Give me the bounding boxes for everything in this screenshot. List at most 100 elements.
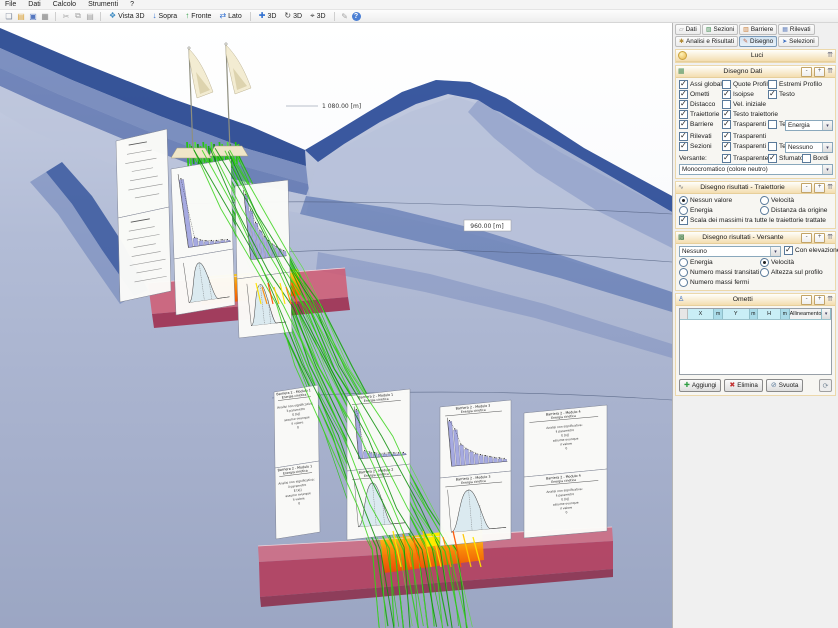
menu-item-calcolo[interactable]: Calcolo xyxy=(53,1,76,8)
cut-icon[interactable]: ✂ xyxy=(61,11,71,21)
drt-row-3: Scala dei massimi tra tutte le traiettor… xyxy=(676,216,835,226)
unit-button-h[interactable]: m xyxy=(781,309,790,319)
refresh-button[interactable]: ⟳ xyxy=(819,379,832,392)
sopra-button[interactable]: ↓ Sopra xyxy=(150,11,181,22)
lightbulb-icon xyxy=(678,51,687,60)
paste-icon[interactable]: ▤ xyxy=(85,11,95,21)
barriere-trasparenti-checkbox[interactable] xyxy=(722,120,731,129)
ometti-table-body[interactable] xyxy=(680,320,831,374)
sezioni-checkbox[interactable] xyxy=(679,142,688,151)
fronte-button[interactable]: ↑ Fronte xyxy=(182,11,214,22)
unit-button-x[interactable]: m xyxy=(714,309,723,319)
versante-trasparente-checkbox[interactable] xyxy=(722,154,731,163)
toolbar-separator xyxy=(250,12,251,21)
expand-button[interactable]: + xyxy=(814,67,825,77)
help-icon[interactable]: ? xyxy=(352,12,361,21)
massi-fermi-radio[interactable] xyxy=(679,278,688,287)
expand-button[interactable]: + xyxy=(814,183,825,193)
drt-row-2: Energia Distanza da origine xyxy=(676,206,835,216)
versante-bordi-checkbox[interactable] xyxy=(802,154,811,163)
expand-button[interactable]: + xyxy=(814,233,825,243)
versante-colore-select[interactable]: Monocromatico (colore neutro)▾ xyxy=(679,164,833,175)
versante-risultato-select[interactable]: Nessuno▾ xyxy=(679,246,781,257)
sezioni-testo-select[interactable]: Nessuno▾ xyxy=(785,142,833,153)
collapse-button[interactable]: - xyxy=(801,67,812,77)
tab-rilevati[interactable]: ▦Rilevati xyxy=(778,24,814,35)
menu-item-file[interactable]: File xyxy=(5,1,16,8)
altezza-profilo-radio[interactable] xyxy=(760,268,769,277)
tab-label: Analisi e Risultati xyxy=(686,38,734,45)
label: Velocità xyxy=(771,259,794,266)
allineamento-dropdown-icon[interactable]: ▾ xyxy=(822,309,831,319)
lato-button[interactable]: ⇄ Lato xyxy=(216,11,244,22)
collapse-button[interactable]: - xyxy=(801,233,812,243)
vista-3d-button[interactable]: ❖ Vista 3D xyxy=(106,11,148,22)
pin-icon[interactable]: ⇈ xyxy=(827,184,833,192)
pin-icon[interactable]: ⇈ xyxy=(827,296,833,304)
expand-button[interactable]: + xyxy=(814,295,825,305)
menu-item-dati[interactable]: Dati xyxy=(28,1,40,8)
collapse-button[interactable]: - xyxy=(801,295,812,305)
tab-barriere[interactable]: ▥Barriere xyxy=(739,24,777,35)
link-icon[interactable]: ✎ xyxy=(340,11,350,21)
barriere-testo-checkbox[interactable] xyxy=(768,120,777,129)
isoipse-testo-checkbox[interactable] xyxy=(768,90,777,99)
tab-selezioni[interactable]: ➤Selezioni xyxy=(778,36,819,47)
copy-icon[interactable]: ⧉ xyxy=(73,11,83,21)
save-icon[interactable]: ▣ xyxy=(28,11,38,21)
pin-icon[interactable]: ⇈ xyxy=(827,68,833,76)
sezioni-testo-checkbox[interactable] xyxy=(768,142,777,151)
print-icon[interactable]: ▦ xyxy=(40,11,50,21)
versante-label: Versante: xyxy=(679,155,707,162)
versante-energia-radio[interactable] xyxy=(679,258,688,267)
zoom-3d-button[interactable]: ⌖ 3D xyxy=(307,11,328,22)
3d-viewport[interactable]: Barriera 2 - Modulo 1Energia cineticaAna… xyxy=(0,23,672,628)
fronte-label: Fronte xyxy=(191,13,211,20)
tab-analisi-risultati[interactable]: ✱Analisi e Risultati xyxy=(675,36,738,47)
arrow-down-icon: ↓ xyxy=(153,12,157,20)
open-file-icon[interactable]: ▤ xyxy=(16,11,26,21)
unit-button-y[interactable]: m xyxy=(750,309,759,319)
sezioni-trasparenti-checkbox[interactable] xyxy=(722,142,731,151)
svuota-button[interactable]: ⊘Svuota xyxy=(766,379,803,392)
section-header[interactable]: ▩ Disegno risultati - Versante - + ⇈ xyxy=(676,232,835,244)
pin-icon[interactable]: ⇈ xyxy=(827,234,833,242)
drv-row-2: Energia Velocità xyxy=(676,258,835,268)
distanza-origine-radio[interactable] xyxy=(760,206,769,215)
con-elevazione-checkbox[interactable] xyxy=(784,246,793,255)
section-risultati-traiettorie: ∿ Disegno risultati - Traiettorie - + ⇈ … xyxy=(675,181,836,229)
massi-transitati-radio[interactable] xyxy=(679,268,688,277)
barriere-checkbox[interactable] xyxy=(679,120,688,129)
barriere-testo-select[interactable]: Energia▾ xyxy=(785,120,833,131)
rotate-3d-button[interactable]: ↻ 3D xyxy=(281,11,305,22)
pin-icon[interactable]: ⇈ xyxy=(827,52,833,60)
select-value: Nessuno xyxy=(786,144,822,151)
pan-3d-button[interactable]: ✚ 3D xyxy=(256,11,280,22)
versante-velocita-radio[interactable] xyxy=(760,258,769,267)
tab-sezioni[interactable]: ▨Sezioni xyxy=(702,24,738,35)
label: Scala dei massimi tra tutte le traiettor… xyxy=(690,217,826,224)
elimina-button[interactable]: ✖Elimina xyxy=(724,379,763,392)
aggiungi-button[interactable]: ✚Aggiungi xyxy=(679,379,721,392)
section-header[interactable]: ▦ Disegno Dati - + ⇈ xyxy=(676,66,835,78)
tab-dati[interactable]: ▱Dati xyxy=(675,24,701,35)
tab-label: Disegno xyxy=(750,38,773,45)
label: Nessun valore xyxy=(690,197,732,204)
menu-item-help[interactable]: ? xyxy=(130,1,134,8)
dd-row-4: Traiettorie Testo traiettorie xyxy=(676,110,835,120)
toolbar-separator xyxy=(55,12,56,21)
versante-sfumato-checkbox[interactable] xyxy=(768,154,777,163)
new-file-icon[interactable]: ❏ xyxy=(4,11,14,21)
scala-massimi-checkbox[interactable] xyxy=(679,216,688,225)
section-header[interactable]: ∿ Disegno risultati - Traiettorie - + ⇈ xyxy=(676,182,835,194)
menu-item-strumenti[interactable]: Strumenti xyxy=(88,1,118,8)
section-header[interactable]: ♙ Ometti - + ⇈ xyxy=(676,294,835,306)
dd-row-3: Distacco Vel. iniziale xyxy=(676,100,835,110)
velocita-radio[interactable] xyxy=(760,196,769,205)
section-luci-header[interactable]: Luci ⇈ xyxy=(676,50,835,62)
nessun-valore-radio[interactable] xyxy=(679,196,688,205)
isoipse-checkbox[interactable] xyxy=(722,90,731,99)
collapse-button[interactable]: - xyxy=(801,183,812,193)
barriere-icon: ▥ xyxy=(743,27,749,33)
tab-disegno[interactable]: ✎Disegno xyxy=(739,36,777,47)
